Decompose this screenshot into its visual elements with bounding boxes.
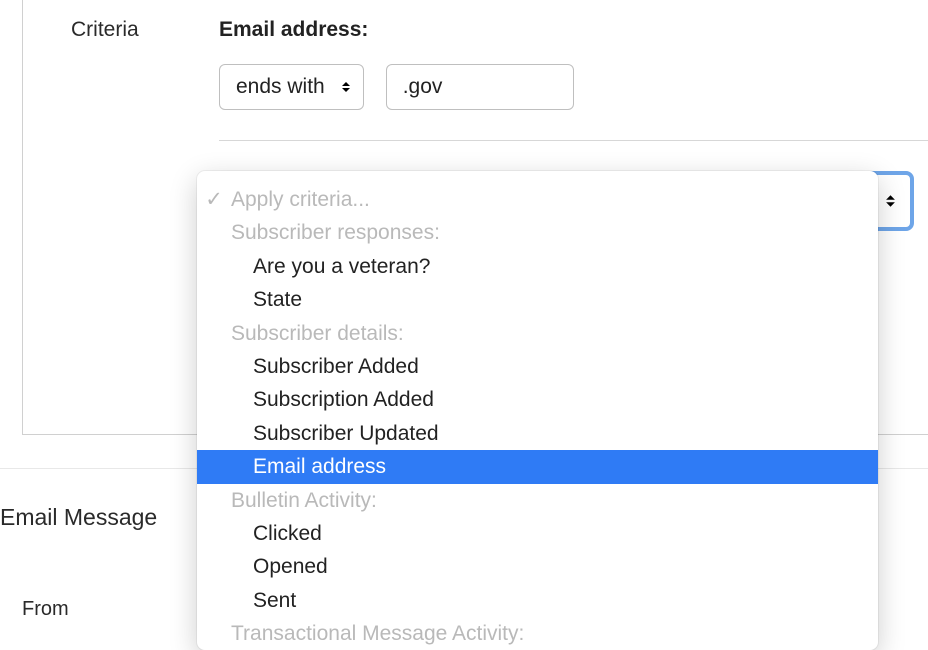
check-icon: ✓ <box>197 185 231 214</box>
dropdown-option[interactable]: Email address <box>197 450 878 483</box>
criteria-divider <box>219 140 928 141</box>
operator-select[interactable]: ends with <box>219 64 364 110</box>
apply-criteria-dropdown: ✓Apply criteria...Subscriber responses:A… <box>197 171 878 650</box>
dropdown-group-header: Subscriber details: <box>197 317 878 350</box>
dropdown-option[interactable]: Are you a veteran? <box>197 250 878 283</box>
dropdown-group-header: Bulletin Activity: <box>197 484 878 517</box>
dropdown-placeholder[interactable]: ✓Apply criteria... <box>197 183 878 216</box>
criteria-panel: Criteria Email address: ends with <box>22 0 928 435</box>
dropdown-option[interactable]: Clicked <box>197 517 878 550</box>
dropdown-option[interactable]: State <box>197 283 878 316</box>
dropdown-option[interactable]: Subscriber Updated <box>197 417 878 450</box>
select-arrows-icon <box>885 194 896 208</box>
dropdown-option[interactable]: Subscriber Added <box>197 350 878 383</box>
field-title: Email address: <box>219 18 928 42</box>
from-label: From <box>22 598 69 621</box>
email-message-heading: Email Message <box>0 504 157 531</box>
operator-select-value: ends with <box>236 75 325 99</box>
criteria-label: Criteria <box>23 18 219 42</box>
dropdown-option[interactable]: Subscription Added <box>197 383 878 416</box>
dropdown-option[interactable]: Opened <box>197 550 878 583</box>
dropdown-group-header: Subscriber responses: <box>197 216 878 249</box>
value-input[interactable] <box>386 64 574 110</box>
dropdown-group-header: Transactional Message Activity: <box>197 617 878 650</box>
dropdown-option[interactable]: Sent <box>197 584 878 617</box>
dropdown-placeholder-text: Apply criteria... <box>231 185 878 214</box>
select-arrows-icon <box>341 81 351 93</box>
